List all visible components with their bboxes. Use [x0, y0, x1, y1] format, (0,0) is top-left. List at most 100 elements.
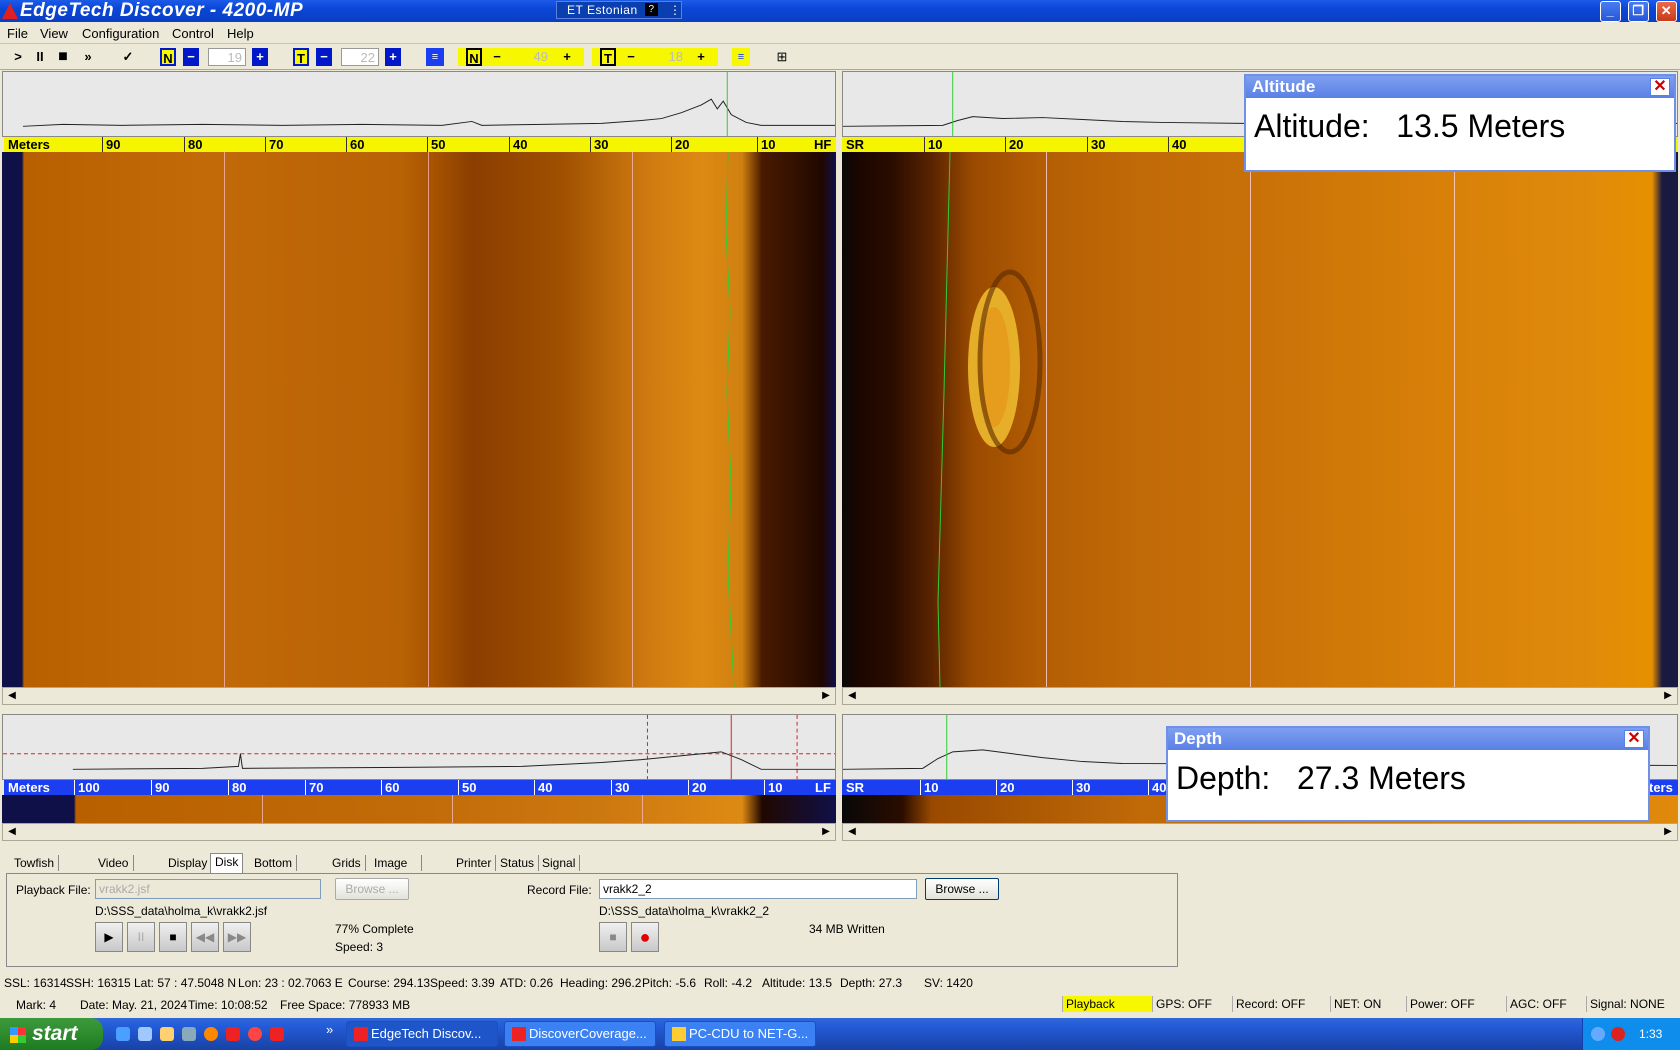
hf-starboard-scrollbar[interactable]: ◀ ▶ — [842, 687, 1678, 705]
tab-status[interactable]: Status — [496, 855, 540, 871]
lf-tvg-increase[interactable]: + — [694, 48, 708, 66]
lf-tvg-decrease[interactable]: − — [624, 48, 638, 66]
ie-icon[interactable] — [116, 1027, 130, 1041]
lf-tick: 50 — [458, 780, 476, 795]
sr-tick: 30 — [1087, 137, 1105, 152]
folder-icon[interactable] — [160, 1027, 174, 1041]
lf-tvg-value[interactable]: 18 — [648, 48, 686, 66]
sr-tick: 20 — [996, 780, 1014, 795]
rewind-icon[interactable]: ◀◀ — [191, 922, 219, 952]
lf-gain-decrease[interactable]: − — [490, 48, 504, 66]
tab-grids[interactable]: Grids — [328, 855, 366, 871]
scroll-right-icon[interactable]: ▶ — [819, 689, 833, 703]
playback-file-input[interactable]: vrakk2.jsf — [95, 879, 321, 899]
hf-tick: 30 — [590, 137, 608, 152]
hf-gain-increase[interactable]: + — [252, 48, 268, 66]
layout-swap-lf-icon[interactable]: ≡ — [732, 48, 750, 66]
menu-bar: File View Configuration Control Help — [0, 22, 1680, 44]
layout-swap-icon[interactable]: ≡ — [426, 48, 444, 66]
hf-tick: 40 — [509, 137, 527, 152]
scroll-right-icon[interactable]: ▶ — [1661, 825, 1675, 839]
menu-file[interactable]: File — [7, 26, 28, 41]
hf-gain-decrease[interactable]: − — [183, 48, 199, 66]
lf-tick: 10 — [764, 780, 782, 795]
hf-tvg-decrease[interactable]: − — [316, 48, 332, 66]
tab-towfish-control[interactable]: Towfish Control — [10, 855, 60, 886]
lf-tick: 30 — [611, 780, 629, 795]
edgetech-icon[interactable] — [270, 1027, 284, 1041]
hf-scale-end: HF — [814, 137, 832, 152]
pause-icon[interactable]: II — [32, 48, 48, 66]
record-browse-button[interactable]: Browse ... — [925, 878, 999, 900]
tab-printer[interactable]: Printer — [452, 855, 497, 871]
normalize-lf-button[interactable]: N — [466, 48, 482, 66]
menu-configuration[interactable]: Configuration — [82, 26, 159, 41]
menu-control[interactable]: Control — [172, 26, 214, 41]
close-button[interactable]: ✕ — [1656, 1, 1677, 22]
play-icon[interactable]: ▶ — [95, 922, 123, 952]
lf-gain-value[interactable]: 49 — [513, 48, 551, 66]
tab-video-gains[interactable]: Video Gains — [94, 855, 135, 886]
lf-port-scrollbar[interactable]: ◀ ▶ — [2, 823, 836, 841]
explorer-icon[interactable] — [138, 1027, 152, 1041]
close-icon[interactable]: ✕ — [1650, 78, 1670, 96]
pause-icon[interactable]: II — [127, 922, 155, 952]
lf-tick: 40 — [534, 780, 552, 795]
media-icon[interactable] — [248, 1027, 262, 1041]
record-icon[interactable]: ● — [631, 922, 659, 952]
tvg-lf-button[interactable]: T — [600, 48, 616, 66]
normalize-hf-button[interactable]: N — [160, 48, 176, 66]
hf-tvg-increase[interactable]: + — [385, 48, 401, 66]
task-edgetech-discover[interactable]: EdgeTech Discov... — [346, 1021, 498, 1047]
lf-tick: 90 — [151, 780, 169, 795]
task-pc-cdu[interactable]: PC-CDU to NET-G... — [664, 1021, 816, 1047]
hf-gain-value[interactable]: 19 — [208, 48, 246, 66]
disk-panel: Playback File: vrakk2.jsf Browse ... D:\… — [6, 873, 1178, 967]
lf-starboard-scrollbar[interactable]: ◀ ▶ — [842, 823, 1678, 841]
tvg-hf-button[interactable]: T — [293, 48, 309, 66]
tab-bottom-track[interactable]: Bottom Track — [250, 855, 298, 886]
firefox-icon[interactable] — [204, 1027, 218, 1041]
edgetech-icon[interactable] — [226, 1027, 240, 1041]
hf-tvg-value[interactable]: 22 — [341, 48, 379, 66]
fast-forward-icon[interactable]: ▶▶ — [223, 922, 251, 952]
task-discover-coverage[interactable]: DiscoverCoverage... — [504, 1021, 656, 1047]
scroll-left-icon[interactable]: ◀ — [845, 689, 859, 703]
security-shield-icon[interactable] — [1611, 1027, 1625, 1041]
restore-button[interactable]: ❐ — [1628, 1, 1649, 22]
tab-display[interactable]: Display — [164, 855, 213, 871]
fast-forward-icon[interactable]: » — [78, 48, 98, 66]
hf-port-sonar-image — [2, 152, 836, 687]
hf-port-scrollbar[interactable]: ◀ ▶ — [2, 687, 836, 705]
roll-value: Roll: -4.2 — [704, 976, 753, 990]
mark-value: Mark: 4 — [16, 998, 57, 1012]
lf-gain-increase[interactable]: + — [560, 48, 574, 66]
quicklaunch-more-icon[interactable]: » — [326, 1022, 333, 1037]
stop-icon[interactable]: ■ — [56, 48, 70, 66]
tab-signal[interactable]: Signal — [538, 855, 581, 871]
scroll-right-icon[interactable]: ▶ — [1661, 689, 1675, 703]
help-icon[interactable]: ? — [645, 3, 658, 16]
record-stop-icon[interactable]: ■ — [599, 922, 627, 952]
tab-disk[interactable]: Disk — [210, 853, 244, 873]
chevron-down-icon[interactable]: ⋮ — [669, 2, 682, 18]
tab-image-capture[interactable]: Image Capture — [370, 855, 422, 886]
scroll-right-icon[interactable]: ▶ — [819, 825, 833, 839]
menu-help[interactable]: Help — [227, 26, 254, 41]
close-icon[interactable]: ✕ — [1624, 730, 1644, 748]
scroll-left-icon[interactable]: ◀ — [5, 825, 19, 839]
scroll-left-icon[interactable]: ◀ — [845, 825, 859, 839]
check-icon[interactable]: ✓ — [120, 48, 136, 66]
tray-arrow-icon[interactable] — [1591, 1027, 1605, 1041]
grid-icon[interactable]: ⊞ — [774, 48, 790, 66]
desktop-icon[interactable] — [182, 1027, 196, 1041]
stop-icon[interactable]: ■ — [159, 922, 187, 952]
language-selector[interactable]: ET Estonian? ⋮ — [556, 1, 682, 19]
record-file-input[interactable]: vrakk2_2 — [599, 879, 917, 899]
bytes-written: 34 MB Written — [809, 922, 885, 936]
minimize-button[interactable]: _ — [1600, 1, 1621, 22]
playback-browse-button[interactable]: Browse ... — [335, 878, 409, 900]
play-icon[interactable]: > — [10, 48, 26, 66]
scroll-left-icon[interactable]: ◀ — [5, 689, 19, 703]
menu-view[interactable]: View — [40, 26, 68, 41]
